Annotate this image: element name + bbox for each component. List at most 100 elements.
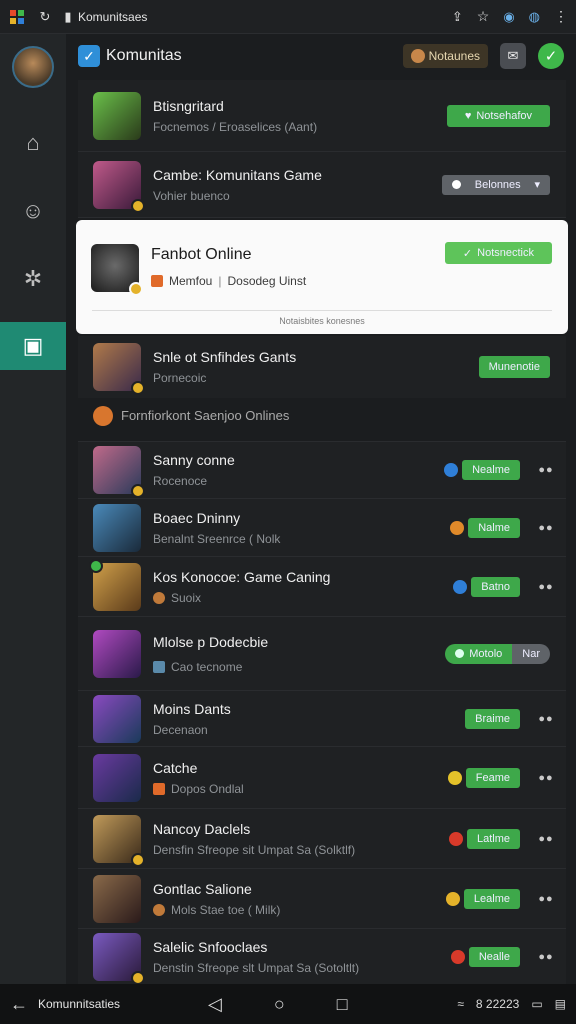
- item-title: Catche: [153, 759, 198, 776]
- more-options-icon[interactable]: ●●: [534, 772, 558, 784]
- settings-gear-icon[interactable]: ✲: [0, 254, 66, 304]
- keyboard-icon[interactable]: ▤: [555, 997, 566, 1011]
- item-subtitle: Focnemos / Eroaselices (Aant): [153, 119, 318, 134]
- game-thumbnail: [93, 753, 141, 802]
- list-item-highlighted[interactable]: Fanbot Online Memfou | Dosodeg Uinst ✓ N…: [76, 220, 568, 334]
- item-title: Moins Dants: [153, 700, 231, 717]
- status-button[interactable]: ♥ Notsehafov: [446, 104, 550, 127]
- status-label: Motolo: [469, 647, 503, 660]
- status-label-secondary: Nar: [522, 647, 540, 660]
- community-icon[interactable]: ▣: [0, 322, 66, 370]
- list-item[interactable]: Cambe: Komunitans Game Vohier buenco Bel…: [78, 152, 566, 218]
- heart-icon: ♥: [464, 109, 472, 122]
- status-label: Nealme: [472, 464, 510, 476]
- extension-icon[interactable]: ◍: [529, 9, 540, 25]
- emoji-icon[interactable]: [445, 891, 460, 906]
- star-icon[interactable]: ☆: [477, 8, 490, 25]
- add-icon[interactable]: [444, 463, 459, 477]
- status-button[interactable]: Feame: [465, 767, 520, 788]
- more-options-icon[interactable]: ●●: [534, 581, 558, 593]
- share-icon[interactable]: ⇪: [452, 9, 463, 25]
- back-arrow-icon[interactable]: ←: [10, 994, 28, 1015]
- game-thumbnail: [93, 160, 145, 213]
- game-thumbnail: [93, 446, 145, 498]
- more-options-icon[interactable]: ●●: [534, 522, 558, 534]
- chat-icon[interactable]: ✉: [500, 43, 526, 69]
- item-subtitle: Vohier buenco: [153, 188, 230, 203]
- status-text: 8 22223: [475, 997, 520, 1011]
- item-title: Gontlac Salione: [153, 880, 252, 897]
- nav-home-circle-icon[interactable]: ○: [274, 994, 285, 1015]
- status-button[interactable]: Braime: [465, 708, 520, 729]
- status-button[interactable]: Batno: [471, 576, 520, 597]
- badge-icon: [131, 484, 145, 498]
- list-item[interactable]: Snle ot Snfihdes Gants Pornecoic Munenot…: [78, 336, 566, 398]
- home-icon[interactable]: ⌂: [0, 118, 66, 168]
- page-icon: ▮: [64, 8, 72, 24]
- notifications-button[interactable]: Notaunes: [402, 44, 488, 68]
- avatar[interactable]: [12, 46, 54, 88]
- list-item[interactable]: Moins Dants Decenaon Braime ●●: [78, 691, 566, 747]
- alert-icon[interactable]: [450, 950, 465, 964]
- reload-icon[interactable]: ↻: [36, 8, 54, 26]
- status-label: Munenotie: [488, 361, 540, 373]
- add-icon[interactable]: [453, 579, 468, 594]
- list-item[interactable]: Catche Dopos Ondlal Feame ●●: [78, 747, 566, 809]
- item-subtitle: Densfin Sfreope sit Umpat Sa (Solktlf): [153, 842, 356, 857]
- account-icon[interactable]: ◉: [503, 9, 514, 25]
- list-item[interactable]: Sanny conne Rocenoce Nealme ●●: [78, 442, 566, 499]
- status-button[interactable]: Nealme: [462, 460, 520, 480]
- status-button-primary[interactable]: Motolo: [445, 643, 513, 664]
- profile-icon[interactable]: ☺: [0, 186, 66, 236]
- status-button[interactable]: Lealme: [463, 888, 520, 909]
- nav-back-triangle-icon[interactable]: ◁: [208, 994, 222, 1015]
- confirm-check-icon[interactable]: ✓: [538, 43, 564, 69]
- item-title: Nancoy Daclels: [153, 820, 251, 837]
- alert-icon[interactable]: [448, 831, 463, 846]
- list-item[interactable]: Btisngritard Focnemos / Eroaselices (Aan…: [78, 80, 566, 152]
- coin-icon: [153, 591, 165, 604]
- status-label: Lealme: [473, 892, 510, 905]
- list-item[interactable]: Kos Konocoe: Game Caning Suoix Batno ●●: [78, 557, 566, 617]
- list-item[interactable]: Nancoy Daclels Densfin Sfreope sit Umpat…: [78, 809, 566, 869]
- list-item[interactable]: Boaec Dninny Benalnt Sreenrce ( Nolk Nal…: [78, 499, 566, 557]
- kebab-menu-icon[interactable]: ⋮: [554, 8, 568, 25]
- nav-recents-square-icon[interactable]: □: [337, 994, 348, 1015]
- item-subtitle: Benalnt Sreenrce ( Nolk: [153, 531, 281, 546]
- status-dropdown[interactable]: Belonnes ▾: [442, 174, 550, 195]
- game-thumbnail: [93, 629, 141, 678]
- check-box-icon: [153, 782, 165, 795]
- more-options-icon[interactable]: ●●: [534, 464, 558, 476]
- status-label: Belonnes: [474, 178, 521, 191]
- status-button[interactable]: Nealle: [468, 947, 520, 967]
- page-title: Komunitas: [106, 47, 182, 64]
- status-dot-icon: [455, 649, 465, 658]
- game-thumbnail: [93, 814, 145, 867]
- check-icon: ✓: [462, 247, 473, 260]
- emoji-icon[interactable]: [450, 520, 465, 535]
- badge-icon: [131, 198, 145, 213]
- game-thumbnail: [93, 694, 141, 743]
- status-button[interactable]: Latlme: [466, 828, 520, 849]
- status-button[interactable]: ✓ Notsnectick: [444, 242, 552, 264]
- check-box-icon: [153, 660, 165, 673]
- app-logo-icon: ✓: [78, 45, 100, 67]
- apps-icon[interactable]: [8, 8, 26, 26]
- status-split-button[interactable]: Motolo Nar: [445, 643, 550, 664]
- status-button[interactable]: Nalme: [468, 517, 520, 538]
- more-options-icon[interactable]: ●●: [534, 833, 558, 845]
- emoji-icon[interactable]: [447, 770, 462, 785]
- badge-icon: [89, 558, 103, 573]
- status-label: Notsehafov: [476, 109, 532, 122]
- list-item[interactable]: Salelic Snfooclaes Denstin Sfreope slt U…: [78, 929, 566, 985]
- status-button-secondary[interactable]: Nar: [512, 643, 550, 664]
- wifi-icon: ≈: [457, 997, 464, 1011]
- section-row[interactable]: Fornfiorkont Saenjoo Onlines: [78, 390, 566, 442]
- list-item[interactable]: Gontlac Salione Mols Stae toe ( Milk) Le…: [78, 869, 566, 929]
- game-thumbnail: [93, 874, 141, 923]
- more-options-icon[interactable]: ●●: [534, 951, 558, 963]
- more-options-icon[interactable]: ●●: [534, 713, 558, 725]
- more-options-icon[interactable]: ●●: [534, 893, 558, 905]
- list-item[interactable]: Mlolse p Dodecbie Cao tecnome Motolo Nar: [78, 617, 566, 691]
- status-button[interactable]: Munenotie: [478, 356, 550, 378]
